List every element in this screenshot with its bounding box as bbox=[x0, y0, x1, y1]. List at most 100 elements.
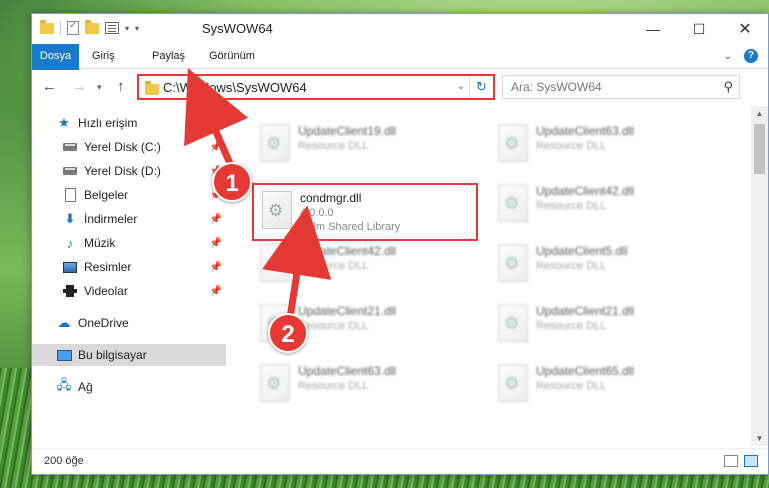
vertical-scrollbar[interactable]: ▲ ▼ bbox=[751, 106, 768, 446]
view-icon[interactable] bbox=[105, 22, 119, 34]
help-icon[interactable]: ? bbox=[744, 49, 758, 63]
tab-home[interactable]: Giriş bbox=[92, 44, 115, 69]
list-item[interactable]: UpdateClient65.dll Resource DLL bbox=[490, 358, 720, 416]
navigation-pane: ★ Hızlı erişim Yerel Disk (C:) 📌 Yerel D… bbox=[32, 106, 228, 446]
network-icon: 🖧 bbox=[56, 377, 72, 392]
properties-icon[interactable] bbox=[67, 20, 79, 35]
cloud-icon: ☁ bbox=[57, 315, 71, 330]
file-name: UpdateClient63.dll bbox=[298, 364, 397, 378]
sidebar-item-label: Müzik bbox=[84, 236, 116, 250]
details-view-icon[interactable] bbox=[724, 455, 738, 467]
videos-icon bbox=[62, 283, 78, 299]
refresh-icon[interactable]: ↻ bbox=[469, 76, 493, 98]
sidebar-item-disk-c[interactable]: Yerel Disk (C:) 📌 bbox=[32, 136, 226, 158]
sidebar-item-disk-d[interactable]: Yerel Disk (D:) 📌 bbox=[32, 160, 226, 182]
tab-view[interactable]: Görünüm bbox=[209, 44, 255, 69]
file-description: Resource DLL bbox=[536, 320, 607, 332]
sidebar-item-quick-access[interactable]: ★ Hızlı erişim bbox=[32, 112, 226, 134]
tab-share[interactable]: Paylaş bbox=[152, 44, 185, 69]
computer-icon bbox=[56, 347, 72, 363]
back-button[interactable]: ← bbox=[42, 78, 57, 95]
list-item[interactable]: UpdateClient42.dll Resource DLL bbox=[252, 238, 482, 296]
scroll-down-icon[interactable]: ▼ bbox=[751, 434, 768, 443]
sidebar-item-downloads[interactable]: ⬇ İndirmeler 📌 bbox=[32, 208, 226, 230]
list-item-condmgr[interactable]: condmgr.dll 4.0.0.0 Palm Shared Library bbox=[254, 185, 484, 243]
sidebar-item-label: Resimler bbox=[84, 260, 132, 274]
list-item[interactable]: UpdateClient21.dll Resource DLL bbox=[490, 298, 720, 356]
search-input[interactable]: Ara: SysWOW64 ⚲ bbox=[502, 75, 740, 99]
file-description: Palm Shared Library bbox=[300, 221, 401, 233]
folder-icon bbox=[145, 81, 159, 95]
scrollbar-thumb[interactable] bbox=[754, 124, 765, 174]
recent-locations-button[interactable]: ▾ bbox=[97, 82, 102, 93]
list-item[interactable]: UpdateClient63.dll Resource DLL bbox=[490, 118, 720, 176]
minimize-button[interactable]: — bbox=[630, 14, 676, 44]
list-item[interactable]: UpdateClient63.dll Resource DLL bbox=[252, 358, 482, 416]
folder-icon bbox=[40, 19, 54, 34]
sidebar-item-onedrive[interactable]: ☁ OneDrive bbox=[32, 312, 226, 334]
dll-file-icon bbox=[498, 244, 528, 282]
file-name: UpdateClient19.dll bbox=[298, 124, 397, 138]
navigation-bar: ← → ▾ ↑ C:\Windows\SysWOW64 ⌄ ↻ Ara: Sys… bbox=[32, 70, 768, 104]
close-button[interactable]: ✕ bbox=[722, 14, 768, 44]
up-button[interactable]: ↑ bbox=[117, 78, 125, 95]
highlighted-file[interactable]: condmgr.dll 4.0.0.0 Palm Shared Library bbox=[252, 183, 478, 241]
ribbon: Dosya Giriş Paylaş Görünüm ⌄ ? bbox=[32, 44, 768, 102]
file-name: UpdateClient5.dll bbox=[536, 244, 628, 258]
maximize-button[interactable]: ☐ bbox=[676, 14, 722, 44]
quick-access-toolbar: ▾ ▾ bbox=[40, 19, 139, 35]
address-bar[interactable]: C:\Windows\SysWOW64 ⌄ ↻ bbox=[137, 74, 495, 100]
search-icon[interactable]: ⚲ bbox=[723, 79, 733, 95]
sidebar-item-label: İndirmeler bbox=[84, 212, 138, 226]
forward-button[interactable]: → bbox=[72, 78, 87, 95]
callout-badge-1: 1 bbox=[212, 162, 252, 202]
tiles-view-icon[interactable] bbox=[744, 455, 758, 467]
sidebar-item-label: Belgeler bbox=[84, 188, 129, 202]
dll-file-icon bbox=[498, 184, 528, 222]
customize-toolbar-icon[interactable]: ▾ bbox=[135, 24, 139, 33]
pin-icon[interactable]: 📌 bbox=[210, 214, 222, 225]
explorer-window: ▾ ▾ SysWOW64 — ☐ ✕ Dosya Giriş Paylaş Gö… bbox=[31, 13, 769, 475]
scroll-up-icon[interactable]: ▲ bbox=[751, 109, 768, 118]
item-count: 200 öğe bbox=[44, 455, 84, 467]
file-name: UpdateClient65.dll bbox=[536, 364, 635, 378]
drive-icon bbox=[62, 139, 78, 155]
sidebar-item-documents[interactable]: Belgeler 📌 bbox=[32, 184, 226, 206]
address-dropdown-icon[interactable]: ⌄ bbox=[457, 81, 465, 92]
dll-file-icon bbox=[262, 191, 292, 229]
file-description: Resource DLL bbox=[298, 140, 369, 152]
sidebar-item-label: Bu bilgisayar bbox=[78, 348, 147, 362]
pin-icon[interactable]: 📌 bbox=[210, 286, 222, 297]
sidebar-item-pictures[interactable]: Resimler 📌 bbox=[32, 256, 226, 278]
new-folder-icon[interactable] bbox=[85, 19, 99, 34]
sidebar-item-label: Yerel Disk (C:) bbox=[84, 140, 161, 154]
dll-file-icon bbox=[260, 364, 290, 402]
download-icon: ⬇ bbox=[64, 211, 76, 226]
address-text[interactable]: C:\Windows\SysWOW64 bbox=[163, 80, 307, 95]
pin-icon[interactable]: 📌 bbox=[210, 142, 222, 153]
chevron-down-icon[interactable]: ▾ bbox=[125, 24, 129, 33]
pictures-icon bbox=[62, 259, 78, 275]
sidebar-item-network[interactable]: 🖧 Ağ bbox=[32, 376, 226, 398]
expand-ribbon-icon[interactable]: ⌄ bbox=[724, 51, 732, 62]
file-name: UpdateClient21.dll bbox=[298, 304, 397, 318]
file-version: 4.0.0.0 bbox=[300, 207, 334, 219]
sidebar-item-label: Hızlı erişim bbox=[78, 116, 138, 130]
drive-icon bbox=[62, 163, 78, 179]
dll-file-icon bbox=[260, 244, 290, 282]
file-description: Resource DLL bbox=[536, 260, 607, 272]
sidebar-item-videos[interactable]: Videolar 📌 bbox=[32, 280, 226, 302]
music-icon: ♪ bbox=[66, 235, 74, 251]
pin-icon[interactable]: 📌 bbox=[210, 238, 222, 249]
sidebar-item-label: Ağ bbox=[78, 380, 93, 394]
list-item[interactable]: UpdateClient5.dll Resource DLL bbox=[490, 238, 720, 296]
sidebar-item-music[interactable]: ♪ Müzik 📌 bbox=[32, 232, 226, 254]
dll-file-icon bbox=[260, 124, 290, 162]
list-item[interactable]: UpdateClient19.dll Resource DLL bbox=[252, 118, 482, 176]
file-name: UpdateClient42.dll bbox=[298, 244, 397, 258]
pin-icon[interactable]: 📌 bbox=[210, 262, 222, 273]
list-item[interactable]: UpdateClient42.dll Resource DLL bbox=[490, 178, 720, 236]
documents-icon bbox=[62, 187, 78, 203]
sidebar-item-this-pc[interactable]: Bu bilgisayar bbox=[32, 344, 226, 366]
sidebar-item-label: Videolar bbox=[84, 284, 128, 298]
